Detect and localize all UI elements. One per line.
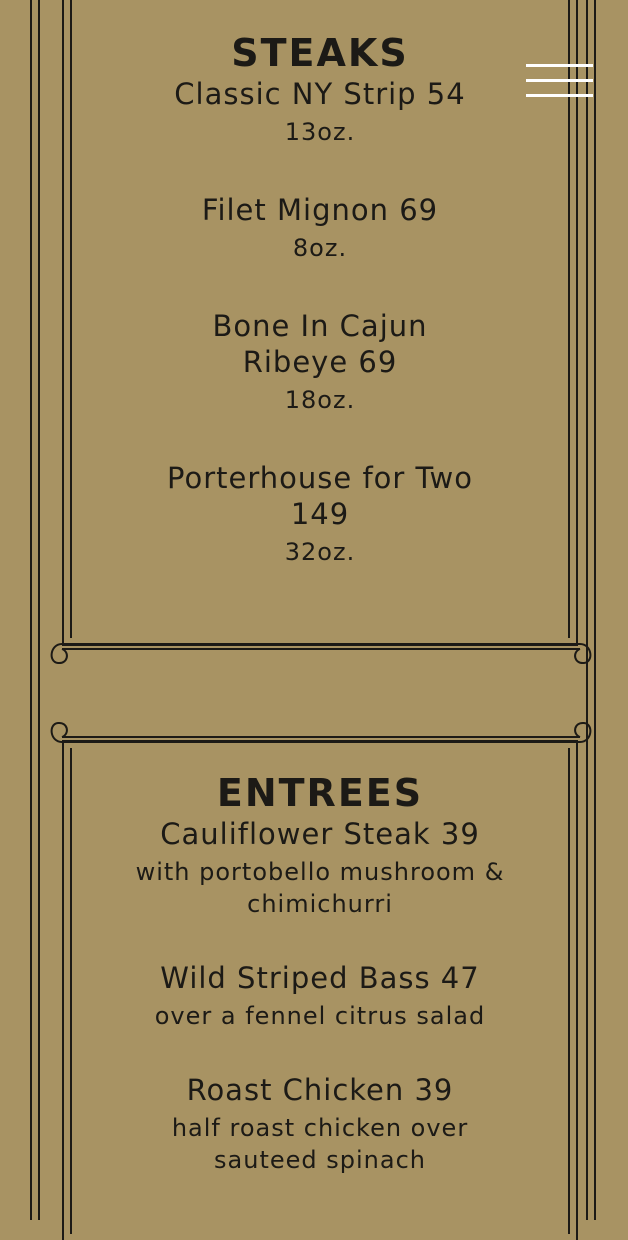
menu-item: Bone In Cajun Ribeye 69 18oz. (62, 308, 578, 416)
hamburger-menu-icon[interactable] (526, 64, 593, 102)
item-desc: 8oz. (292, 234, 348, 262)
item-name: Bone In Cajun Ribeye 69 (212, 309, 428, 379)
menu-item: Cauliflower Steak 39 with portobello mus… (62, 816, 578, 920)
item-name: Classic NY Strip 54 (174, 77, 466, 111)
menu-bar-bottom (526, 94, 593, 97)
item-desc: 18oz. (284, 386, 356, 414)
menu-item: Wild Striped Bass 47 over a fennel citru… (62, 960, 578, 1032)
item-name: Filet Mignon 69 (201, 193, 439, 227)
item-name: Porterhouse for Two 149 (167, 461, 473, 531)
menu-item: Porterhouse for Two 149 32oz. (62, 460, 578, 568)
item-name: Roast Chicken 39 (186, 1073, 454, 1107)
scroll-divider-bottom (46, 640, 596, 668)
item-name: Cauliflower Steak 39 (160, 817, 480, 851)
scroll-ornament-icon (50, 643, 592, 665)
section-title-entrees: ENTREES (216, 771, 424, 815)
item-desc: 32oz. (284, 538, 356, 566)
item-desc: over a fennel citrus salad (154, 1002, 486, 1030)
menu-item: Classic NY Strip 54 13oz. (62, 76, 578, 148)
section-title-steaks: STEAKS (231, 31, 409, 75)
menu-bar-middle (526, 79, 593, 82)
item-name: Wild Striped Bass 47 (160, 961, 480, 995)
item-desc: 13oz. (284, 118, 356, 146)
steaks-section: STEAKS Classic NY Strip 54 13oz. Filet M… (62, 34, 578, 612)
entrees-section: ENTREES Cauliflower Steak 39 with portob… (62, 774, 578, 1220)
menu-item: Filet Mignon 69 8oz. (62, 192, 578, 264)
item-desc: half roast chicken over sauteed spinach (171, 1114, 469, 1174)
menu-item: Roast Chicken 39 half roast chicken over… (62, 1072, 578, 1176)
item-desc: with portobello mushroom & chimichurri (135, 858, 505, 918)
menu-bar-top (526, 64, 593, 67)
